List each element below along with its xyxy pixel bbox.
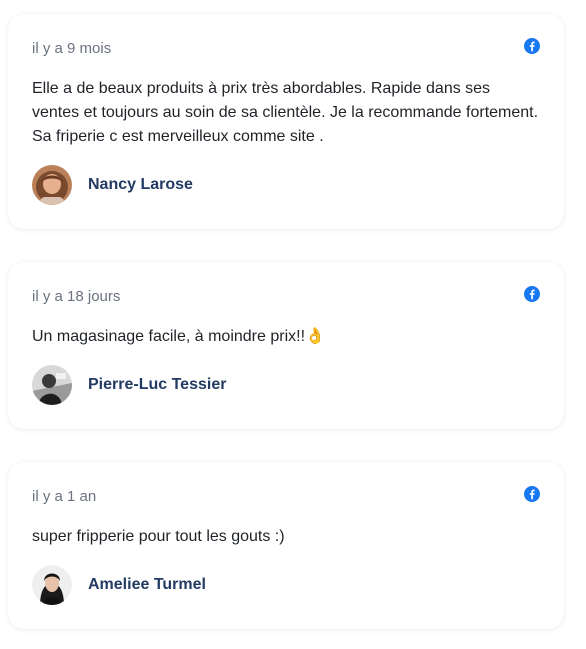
review-text: Un magasinage facile, à moindre prix!!👌 xyxy=(32,328,325,345)
reviews-list: il y a 9 mois Elle a de beaux produits à… xyxy=(0,0,586,649)
facebook-icon[interactable] xyxy=(524,486,540,502)
review-author: Ameliee Turmel xyxy=(32,565,206,605)
review-card: il y a 1 an super fripperie pour tout le… xyxy=(8,462,564,629)
author-name[interactable]: Ameliee Turmel xyxy=(88,576,206,594)
avatar[interactable] xyxy=(32,365,72,405)
author-name[interactable]: Nancy Larose xyxy=(88,176,193,194)
review-text: super fripperie pour tout les gouts :) xyxy=(32,528,285,545)
review-card: il y a 9 mois Elle a de beaux produits à… xyxy=(8,14,564,229)
avatar[interactable] xyxy=(32,165,72,205)
facebook-icon[interactable] xyxy=(524,286,540,302)
review-time: il y a 18 jours xyxy=(32,288,121,305)
review-time: il y a 1 an xyxy=(32,488,97,505)
review-author: Nancy Larose xyxy=(32,165,193,205)
avatar[interactable] xyxy=(32,565,72,605)
review-time: il y a 9 mois xyxy=(32,40,112,57)
author-name[interactable]: Pierre-Luc Tessier xyxy=(88,376,226,394)
review-card: il y a 18 jours Un magasinage facile, à … xyxy=(8,262,564,429)
review-author: Pierre-Luc Tessier xyxy=(32,365,226,405)
facebook-icon[interactable] xyxy=(524,38,540,54)
review-text: Elle a de beaux produits à prix très abo… xyxy=(32,80,539,145)
